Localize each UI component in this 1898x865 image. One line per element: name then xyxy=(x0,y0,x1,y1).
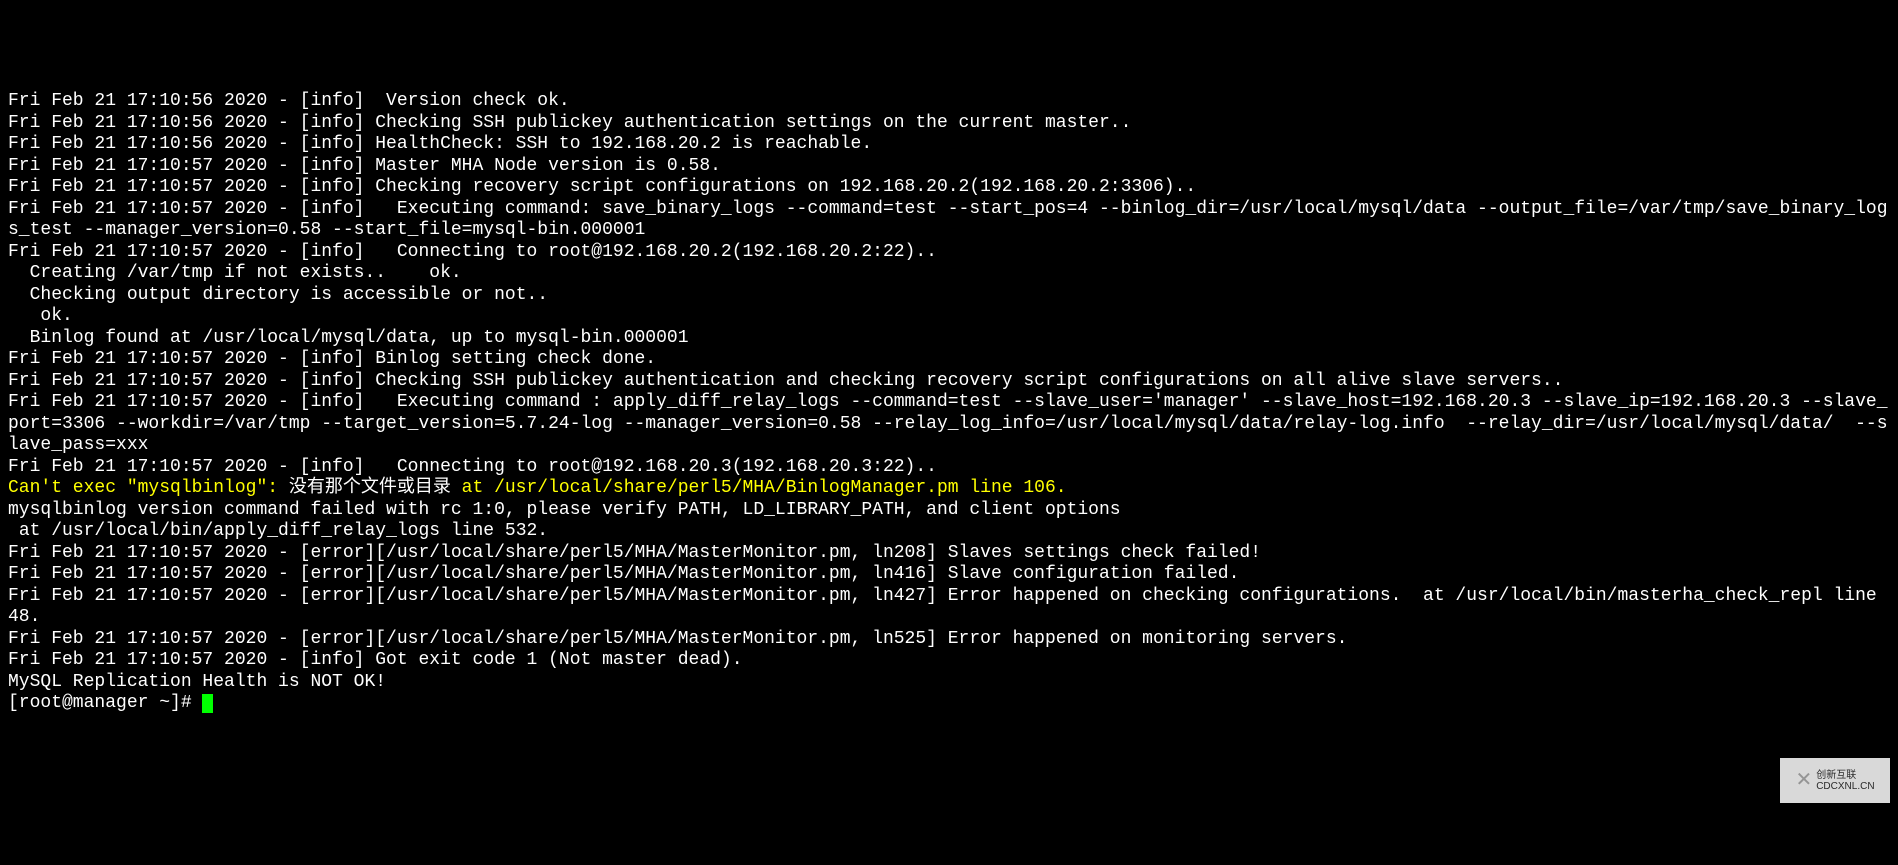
terminal-text-segment: Fri Feb 21 17:10:57 2020 - [info] Checki… xyxy=(8,177,1196,197)
terminal-line: mysqlbinlog version command failed with … xyxy=(8,500,1890,522)
terminal-text-segment: MySQL Replication Health is NOT OK! xyxy=(8,672,386,692)
terminal-line: Fri Feb 21 17:10:57 2020 - [info] Connec… xyxy=(8,242,1890,264)
terminal-text-segment: Fri Feb 21 17:10:57 2020 - [error][/usr/… xyxy=(8,564,1239,584)
terminal-text-segment: Creating /var/tmp if not exists.. ok. xyxy=(8,263,462,283)
terminal-line: Fri Feb 21 17:10:57 2020 - [info] Execut… xyxy=(8,392,1890,457)
terminal-text-segment: Binlog found at /usr/local/mysql/data, u… xyxy=(8,328,689,348)
terminal-text-segment: Fri Feb 21 17:10:57 2020 - [info] Checki… xyxy=(8,371,1563,391)
shell-prompt: [root@manager ~]# xyxy=(8,693,202,713)
terminal-line: at /usr/local/bin/apply_diff_relay_logs … xyxy=(8,521,1890,543)
shell-prompt-line[interactable]: [root@manager ~]# xyxy=(8,693,1890,715)
terminal-text-segment: Checking output directory is accessible … xyxy=(8,285,548,305)
terminal-line: Fri Feb 21 17:10:56 2020 - [info] Checki… xyxy=(8,113,1890,135)
terminal-text-segment: Fri Feb 21 17:10:57 2020 - [info] Connec… xyxy=(8,242,937,262)
terminal-text-segment: Fri Feb 21 17:10:57 2020 - [error][/usr/… xyxy=(8,586,1888,628)
terminal-text-segment: Fri Feb 21 17:10:57 2020 - [info] Execut… xyxy=(8,199,1888,241)
terminal-text-segment: Fri Feb 21 17:10:57 2020 - [error][/usr/… xyxy=(8,543,1261,563)
terminal-text-segment: Fri Feb 21 17:10:56 2020 - [info] Checki… xyxy=(8,113,1131,133)
terminal-text-segment: at /usr/local/share/perl5/MHA/BinlogMana… xyxy=(451,478,1067,498)
terminal-text-segment: 没有那个文件或目录 xyxy=(289,478,451,498)
terminal-text-segment: Fri Feb 21 17:10:57 2020 - [info] Connec… xyxy=(8,457,937,477)
terminal-line: Can't exec "mysqlbinlog": 没有那个文件或目录 at /… xyxy=(8,478,1890,500)
logo-brand-text-2: CDCXNL.CN xyxy=(1816,781,1874,792)
terminal-text-segment: Fri Feb 21 17:10:56 2020 - [info] Health… xyxy=(8,134,872,154)
terminal-line: Fri Feb 21 17:10:56 2020 - [info] Versio… xyxy=(8,91,1890,113)
terminal-text-segment: Can't exec "mysqlbinlog": xyxy=(8,478,289,498)
terminal-line: ok. xyxy=(8,306,1890,328)
watermark-logo: ✕ 创新互联 CDCXNL.CN xyxy=(1780,758,1890,803)
terminal-output[interactable]: Fri Feb 21 17:10:56 2020 - [info] Versio… xyxy=(8,91,1890,715)
terminal-line: Fri Feb 21 17:10:57 2020 - [info] Binlog… xyxy=(8,349,1890,371)
logo-icon: ✕ xyxy=(1795,770,1812,792)
terminal-line: Fri Feb 21 17:10:57 2020 - [info] Connec… xyxy=(8,457,1890,479)
terminal-line: MySQL Replication Health is NOT OK! xyxy=(8,672,1890,694)
terminal-text-segment: ok. xyxy=(8,306,73,326)
logo-brand-text-1: 创新互联 xyxy=(1816,770,1874,781)
terminal-line: Fri Feb 21 17:10:57 2020 - [info] Master… xyxy=(8,156,1890,178)
terminal-line: Fri Feb 21 17:10:57 2020 - [info] Checki… xyxy=(8,177,1890,199)
cursor-icon xyxy=(202,694,213,713)
terminal-line: Fri Feb 21 17:10:57 2020 - [error][/usr/… xyxy=(8,586,1890,629)
terminal-line: Checking output directory is accessible … xyxy=(8,285,1890,307)
terminal-text-segment: Fri Feb 21 17:10:56 2020 - [info] Versio… xyxy=(8,91,570,111)
terminal-text-segment: Fri Feb 21 17:10:57 2020 - [info] Got ex… xyxy=(8,650,743,670)
terminal-text-segment: at /usr/local/bin/apply_diff_relay_logs … xyxy=(8,521,548,541)
terminal-text-segment: Fri Feb 21 17:10:57 2020 - [info] Master… xyxy=(8,156,721,176)
terminal-line: Binlog found at /usr/local/mysql/data, u… xyxy=(8,328,1890,350)
terminal-line: Fri Feb 21 17:10:57 2020 - [info] Got ex… xyxy=(8,650,1890,672)
terminal-text-segment: mysqlbinlog version command failed with … xyxy=(8,500,1121,520)
terminal-line: Fri Feb 21 17:10:57 2020 - [info] Execut… xyxy=(8,199,1890,242)
terminal-line: Fri Feb 21 17:10:57 2020 - [error][/usr/… xyxy=(8,564,1890,586)
terminal-line: Fri Feb 21 17:10:57 2020 - [error][/usr/… xyxy=(8,543,1890,565)
terminal-line: Fri Feb 21 17:10:57 2020 - [error][/usr/… xyxy=(8,629,1890,651)
terminal-text-segment: Fri Feb 21 17:10:57 2020 - [error][/usr/… xyxy=(8,629,1347,649)
terminal-text-segment: Fri Feb 21 17:10:57 2020 - [info] Binlog… xyxy=(8,349,656,369)
terminal-line: Creating /var/tmp if not exists.. ok. xyxy=(8,263,1890,285)
terminal-text-segment: Fri Feb 21 17:10:57 2020 - [info] Execut… xyxy=(8,392,1888,455)
terminal-line: Fri Feb 21 17:10:57 2020 - [info] Checki… xyxy=(8,371,1890,393)
terminal-line: Fri Feb 21 17:10:56 2020 - [info] Health… xyxy=(8,134,1890,156)
